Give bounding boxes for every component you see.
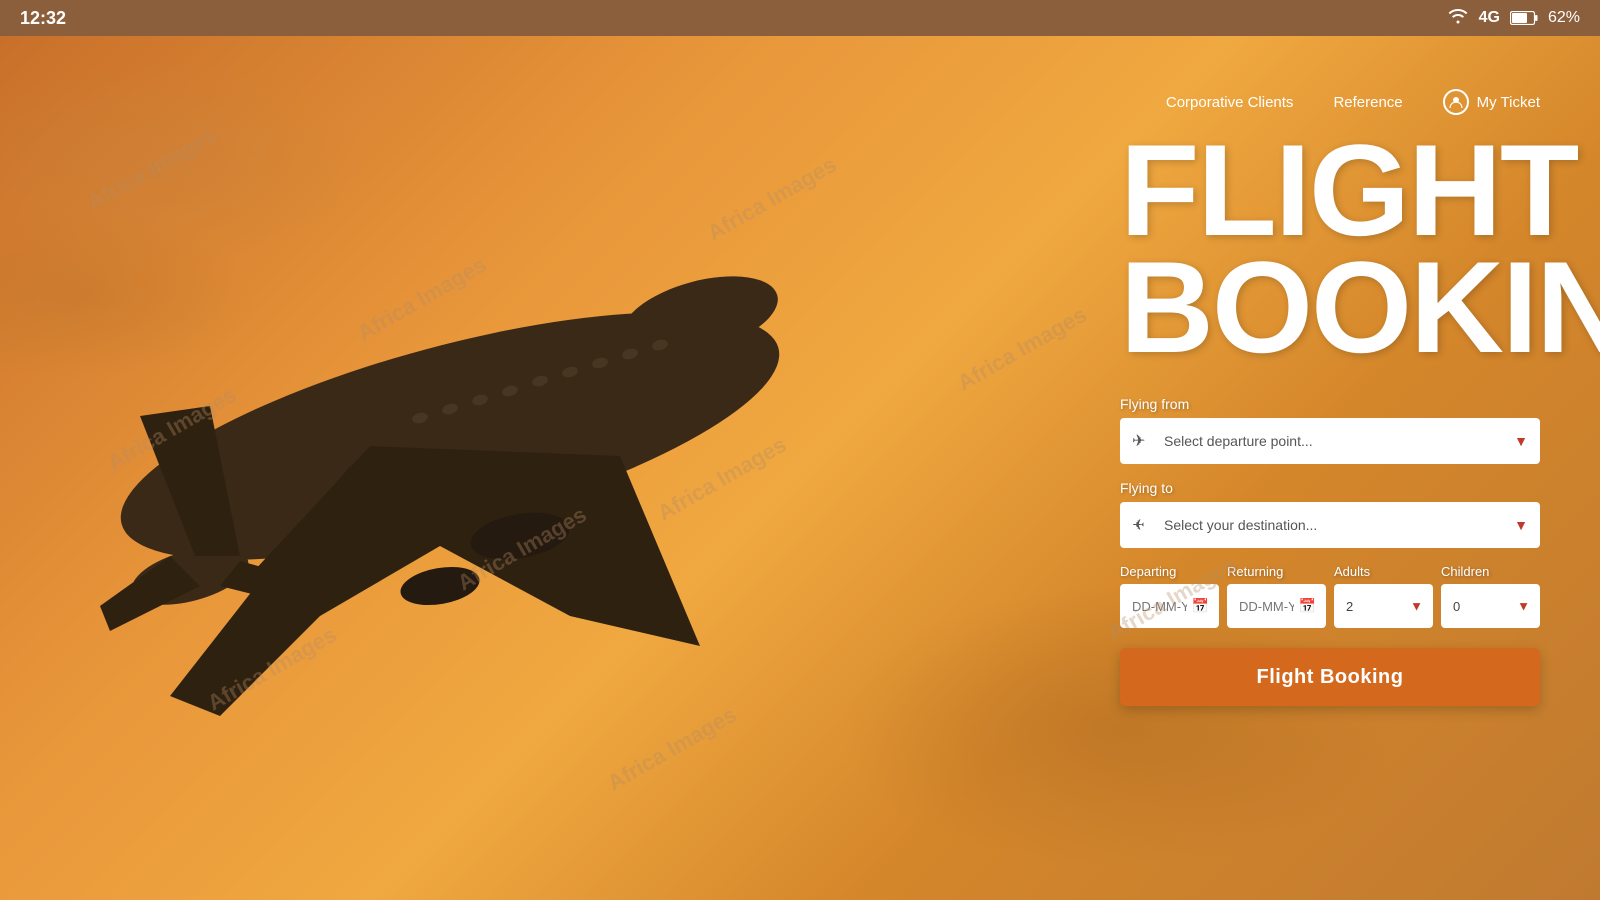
adults-col: Adults 1 2 3 4 5 ▼ — [1334, 564, 1433, 628]
wifi-icon — [1447, 8, 1469, 29]
flying-from-label: Flying from — [1120, 396, 1540, 412]
status-icons: 4G 62% — [1447, 8, 1580, 29]
departing-label: Departing — [1120, 564, 1219, 579]
nav-links: Corporative Clients Reference My Ticket — [1166, 89, 1540, 115]
booking-form: Flying from ✈ Select departure point... … — [1120, 396, 1540, 706]
signal-label: 4G — [1479, 9, 1500, 27]
children-select[interactable]: 0 1 2 3 — [1441, 584, 1540, 628]
right-panel: FLIGHT BOOKING Flying from ✈ Select depa… — [1120, 132, 1540, 706]
flying-to-wrapper: ✈ Select your destination... ▼ — [1120, 502, 1540, 548]
departing-input[interactable] — [1120, 584, 1219, 628]
plane-arrive-icon: ✈ — [1132, 516, 1145, 534]
hero-title-line2: BOOKING — [1120, 249, 1540, 366]
watermark-text-8: Africa Images — [953, 302, 1091, 397]
flying-from-group: Flying from ✈ Select departure point... … — [1120, 396, 1540, 464]
form-bottom-row: Departing 📅 Returning 📅 Adul — [1120, 564, 1540, 628]
departing-wrapper: 📅 — [1120, 584, 1219, 628]
my-ticket-label: My Ticket — [1477, 94, 1540, 111]
hero-title-line1: FLIGHT — [1120, 132, 1540, 249]
nav-my-ticket[interactable]: My Ticket — [1443, 89, 1540, 115]
returning-wrapper: 📅 — [1227, 584, 1326, 628]
adults-select[interactable]: 1 2 3 4 5 — [1334, 584, 1433, 628]
flying-from-wrapper: ✈ Select departure point... ▼ — [1120, 418, 1540, 464]
children-label: Children — [1441, 564, 1540, 579]
book-button[interactable]: Flight Booking — [1120, 648, 1540, 706]
children-wrapper: 0 1 2 3 ▼ — [1441, 584, 1540, 628]
children-col: Children 0 1 2 3 ▼ — [1441, 564, 1540, 628]
plane-depart-icon: ✈ — [1132, 431, 1145, 451]
flying-to-group: Flying to ✈ Select your destination... ▼ — [1120, 480, 1540, 548]
returning-col: Returning 📅 — [1227, 564, 1326, 628]
battery-percent: 62% — [1548, 9, 1580, 27]
user-avatar-icon — [1443, 89, 1469, 115]
adults-wrapper: 1 2 3 4 5 ▼ — [1334, 584, 1433, 628]
hero-background: Corporative Clients Reference My Ticket … — [0, 36, 1600, 900]
flying-to-select[interactable]: Select your destination... — [1120, 502, 1540, 548]
adults-label: Adults — [1334, 564, 1433, 579]
status-bar: 12:32 4G 62% — [0, 0, 1600, 36]
hero-title: FLIGHT BOOKING — [1120, 132, 1540, 366]
returning-label: Returning — [1227, 564, 1326, 579]
nav-reference[interactable]: Reference — [1333, 94, 1402, 111]
departing-col: Departing 📅 — [1120, 564, 1219, 628]
nav-corporate[interactable]: Corporative Clients — [1166, 94, 1294, 111]
returning-input[interactable] — [1227, 584, 1326, 628]
flying-from-select[interactable]: Select departure point... — [1120, 418, 1540, 464]
battery-icon — [1510, 11, 1538, 25]
status-time: 12:32 — [20, 8, 66, 29]
flying-to-label: Flying to — [1120, 480, 1540, 496]
airplane-illustration — [20, 96, 880, 816]
